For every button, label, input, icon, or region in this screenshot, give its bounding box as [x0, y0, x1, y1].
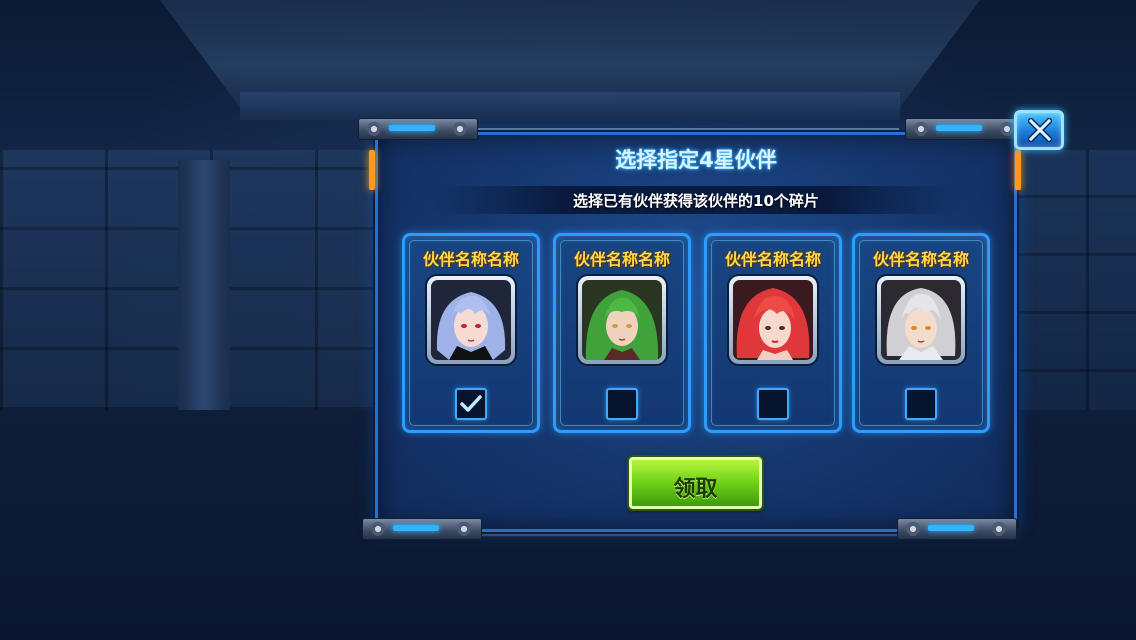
close-icon: [1028, 118, 1052, 142]
partner-portrait-frame: [729, 276, 817, 364]
select-checkbox[interactable]: [905, 388, 937, 420]
blue-haired-girl-portrait: [431, 280, 511, 360]
partner-name: 伙伴名称名称: [573, 250, 670, 269]
dialog-subtitle: 选择已有伙伴获得该伙伴的10个碎片: [573, 192, 819, 210]
frame-bracket-bottom-left: [362, 518, 482, 540]
bolt-icon: [1000, 122, 1014, 136]
bolt-icon: [371, 522, 385, 536]
claim-button-label: 领取: [673, 477, 718, 502]
frame-bracket-bottom-right: [897, 518, 1017, 540]
bolt-icon: [914, 122, 928, 136]
partner-portrait-frame: [877, 276, 965, 364]
checkmark-icon: [460, 395, 482, 412]
frame-bracket-top-left: [358, 118, 478, 140]
dialog-title: 选择指定4星伙伴: [615, 148, 777, 172]
frame-glow: [393, 525, 439, 531]
partner-name: 伙伴名称名称: [724, 250, 821, 269]
ceiling-beam: [240, 92, 900, 120]
bolt-icon: [367, 122, 381, 136]
partner-portrait-frame: [578, 276, 666, 364]
frame-glow: [936, 125, 982, 131]
partner-card-3[interactable]: 伙伴名称名称: [704, 233, 842, 433]
frame-glow: [928, 525, 974, 531]
green-haired-girl-portrait: [582, 280, 662, 360]
bolt-icon: [992, 522, 1006, 536]
frame-glow: [389, 125, 435, 131]
partner-portrait-frame: [427, 276, 515, 364]
corridor-pillar: [178, 160, 230, 410]
bolt-icon: [906, 522, 920, 536]
frame-bracket-top-right: [905, 118, 1025, 140]
select-checkbox[interactable]: [606, 388, 638, 420]
partner-card-4[interactable]: 伙伴名称名称: [852, 233, 990, 433]
select-checkbox[interactable]: [757, 388, 789, 420]
silver-haired-girl-portrait: [881, 280, 961, 360]
select-checkbox[interactable]: [455, 388, 487, 420]
partner-card-2[interactable]: 伙伴名称名称: [553, 233, 691, 433]
partner-name: 伙伴名称名称: [872, 250, 969, 269]
claim-button[interactable]: 领取: [629, 457, 762, 509]
bolt-icon: [453, 122, 467, 136]
partner-name: 伙伴名称名称: [422, 250, 519, 269]
partner-card-1[interactable]: 伙伴名称名称: [402, 233, 540, 433]
close-button[interactable]: [1014, 110, 1064, 150]
red-haired-girl-portrait: [733, 280, 813, 360]
bolt-icon: [457, 522, 471, 536]
